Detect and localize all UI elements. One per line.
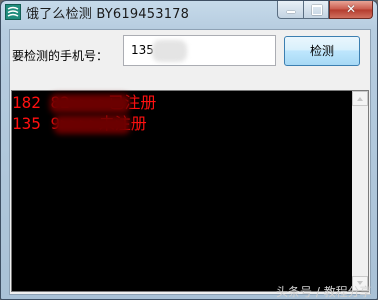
- privacy-mask: [152, 40, 187, 62]
- privacy-mask: [54, 115, 130, 134]
- maximize-button[interactable]: [303, 1, 329, 19]
- result-line: 135 9>>>>未注册: [12, 113, 156, 134]
- privacy-mask: [50, 94, 130, 113]
- scrollbar-track[interactable]: [352, 106, 368, 276]
- detect-button[interactable]: 检测: [284, 36, 360, 66]
- maximize-icon: [312, 5, 322, 15]
- result-lines: 182 82>>>>已注册 135 9>>>>未注册: [12, 92, 156, 134]
- app-window: 饿了么检测 BY619453178 ✕ 要检测的手机号： 135 9 检测 18…: [0, 0, 378, 300]
- watermark: 头条号 / 教程分享: [276, 285, 372, 299]
- result-console[interactable]: 182 82>>>>已注册 135 9>>>>未注册: [11, 90, 369, 292]
- window-title: 饿了么检测 BY619453178: [26, 7, 190, 22]
- close-icon: ✕: [345, 2, 357, 16]
- scroll-up-button[interactable]: [352, 91, 368, 106]
- phone-input[interactable]: 135 9: [123, 35, 276, 66]
- phone-label: 要检测的手机号：: [12, 49, 109, 63]
- client-area: 要检测的手机号： 135 9 检测 182 82>>>>已注册 135 9>>>…: [9, 29, 371, 295]
- minimize-icon: [287, 11, 295, 13]
- caption-buttons: ✕: [277, 1, 373, 20]
- title-bar[interactable]: 饿了么检测 BY619453178 ✕: [1, 1, 377, 27]
- minimize-button[interactable]: [277, 1, 303, 19]
- app-icon: [5, 4, 21, 20]
- close-button[interactable]: ✕: [329, 1, 373, 19]
- result-line: 182 82>>>>已注册: [12, 92, 156, 113]
